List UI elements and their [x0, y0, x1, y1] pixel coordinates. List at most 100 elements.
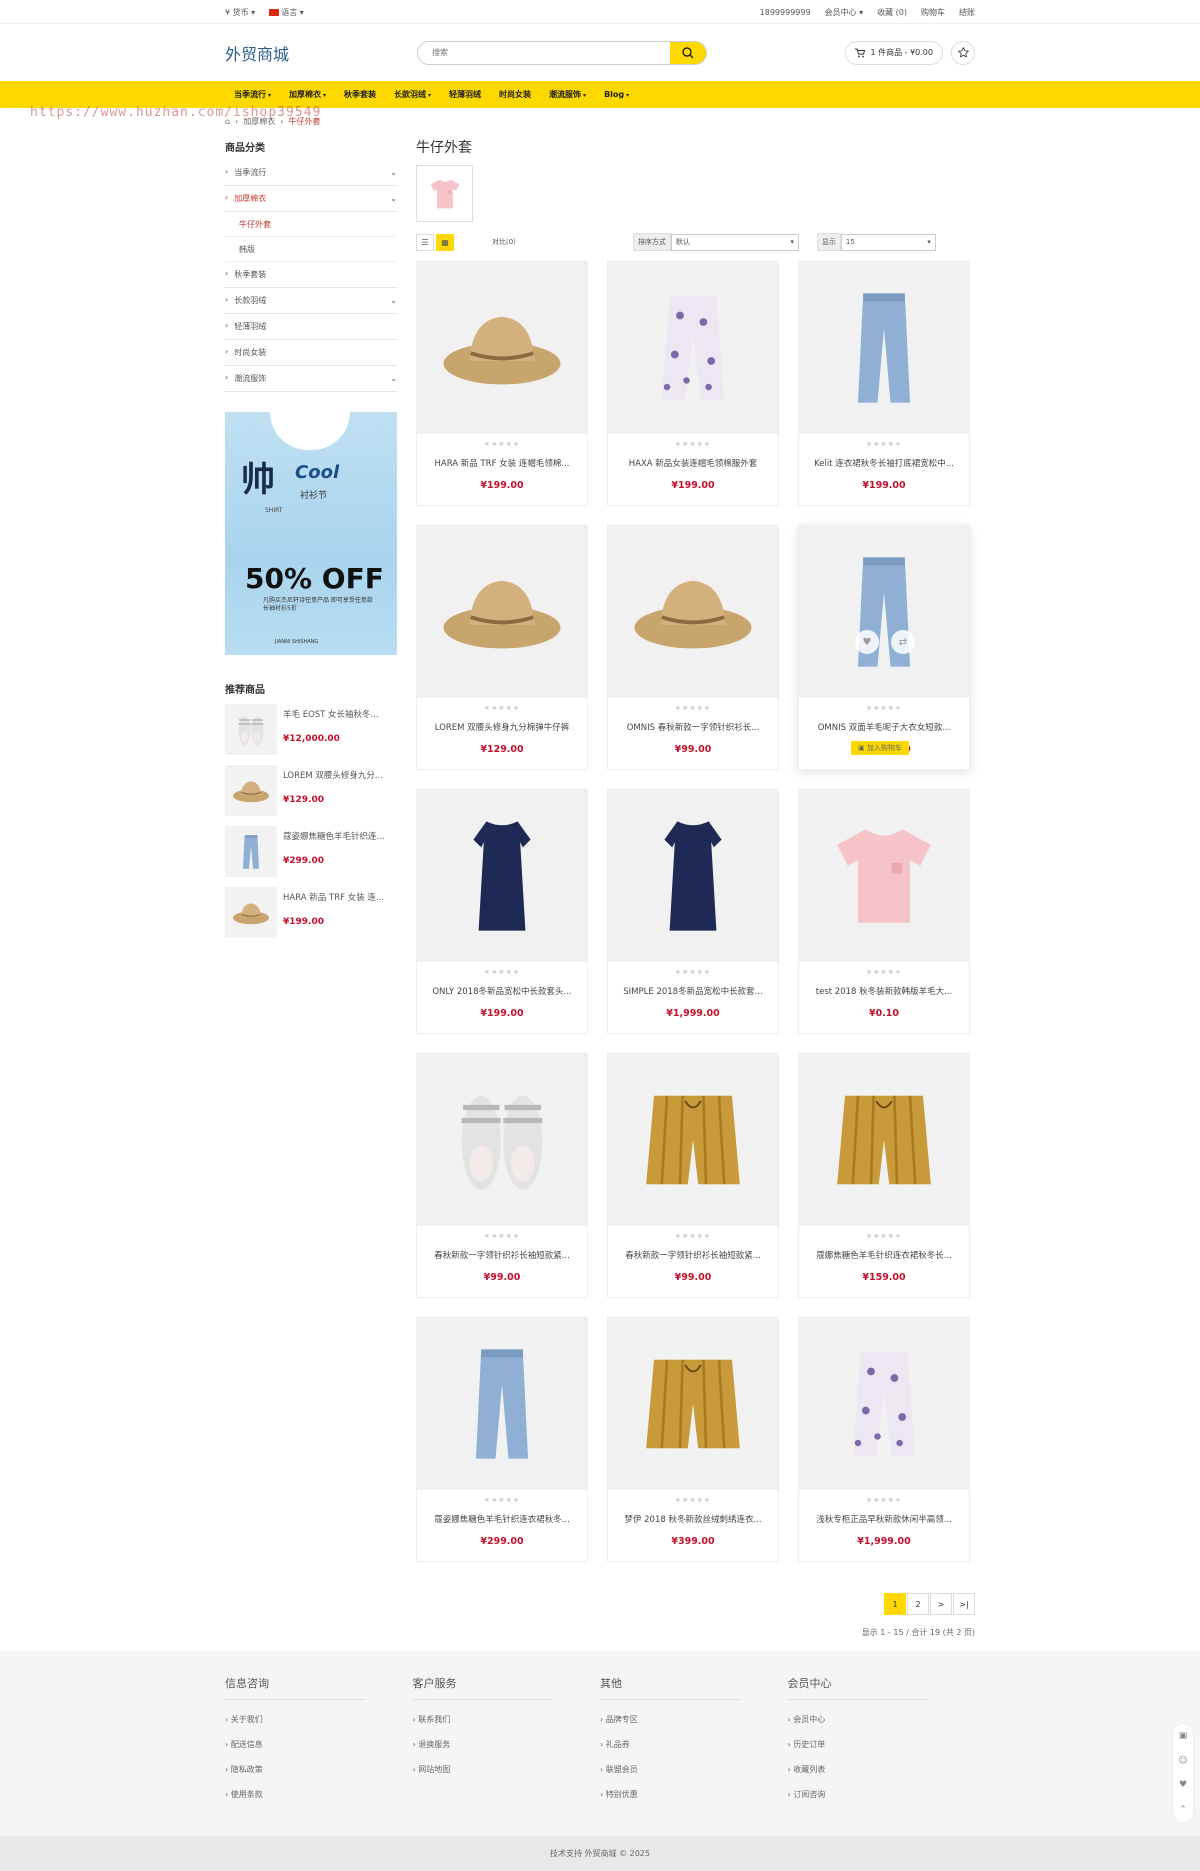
product-card[interactable]: ★★★★★ OMNIS 春秋新款一字领针织衫长... ¥99.00: [607, 525, 779, 770]
footer-link[interactable]: › 使用条款: [225, 1789, 413, 1800]
nav-item-5[interactable]: 时尚女装: [490, 89, 540, 100]
add-to-cart-button[interactable]: ▣ 加入购物车: [851, 741, 909, 755]
page-button[interactable]: 2: [907, 1593, 929, 1615]
product-name[interactable]: LOREM 双腰头修身九分棉弹牛仔裤: [417, 721, 587, 733]
nav-item-4[interactable]: 轻薄羽绒: [440, 89, 490, 100]
product-card[interactable]: ★★★★★ HARA 新品 TRF 女装 连帽毛领棉... ¥199.00: [416, 261, 588, 506]
footer-link[interactable]: › 退换服务: [413, 1739, 601, 1750]
sidebar-category[interactable]: › 时尚女装: [225, 340, 397, 366]
product-image[interactable]: [417, 262, 587, 434]
product-name[interactable]: OMNIS 双面羊毛呢子大衣女短款...: [799, 721, 969, 733]
footer-link[interactable]: › 会员中心: [788, 1714, 976, 1725]
nav-item-1[interactable]: 加厚棉衣 ▾: [280, 89, 335, 100]
recommended-item[interactable]: 羊毛 EOST 女长袖秋冬... ¥12,000.00: [225, 704, 397, 765]
wishlist-button[interactable]: [951, 40, 975, 65]
product-image[interactable]: ♥ ⇄: [799, 526, 969, 698]
footer-link[interactable]: › 隐私政策: [225, 1764, 413, 1775]
compare-link[interactable]: 对比(0): [492, 237, 516, 247]
search-input[interactable]: [418, 41, 670, 64]
product-image[interactable]: [608, 262, 778, 434]
nav-item-0[interactable]: 当季流行 ▾: [225, 89, 280, 100]
sidebar-subcategory[interactable]: 韩版: [225, 237, 397, 262]
sidebar-category[interactable]: › 长款羽绒 ⌄: [225, 288, 397, 314]
product-name[interactable]: HARA 新品 TRF 女装 连...: [283, 891, 384, 903]
product-image[interactable]: [417, 1054, 587, 1226]
favorites-link[interactable]: 收藏 (0): [877, 7, 907, 18]
footer-link[interactable]: › 历史订单: [788, 1739, 976, 1750]
product-image[interactable]: [417, 790, 587, 962]
footer-link[interactable]: › 品牌专区: [600, 1714, 788, 1725]
footer-link[interactable]: › 礼品券: [600, 1739, 788, 1750]
product-image[interactable]: [608, 1318, 778, 1490]
product-name[interactable]: 蔻娜焦糖色羊毛针织连衣裙秋冬长...: [799, 1249, 969, 1261]
product-image[interactable]: [608, 1054, 778, 1226]
product-card[interactable]: ♥⇄★★★★★OMNIS 双面羊毛呢子大衣女短款...¥1,999.00▣ 加入…: [798, 525, 970, 770]
recommended-item[interactable]: LOREM 双腰头修身九分... ¥129.00: [225, 765, 397, 826]
limit-select[interactable]: 15 ▾: [840, 233, 936, 251]
back-to-top-icon[interactable]: ⌃: [1179, 1805, 1187, 1815]
product-name[interactable]: HAXA 新品女装连帽毛领棉服外套: [608, 457, 778, 469]
nav-item-3[interactable]: 长款羽绒 ▾: [385, 89, 440, 100]
site-logo[interactable]: 外贸商城: [225, 41, 417, 65]
product-card[interactable]: ★★★★★ test 2018 秋冬装新款韩版羊毛大... ¥0.10: [798, 789, 970, 1034]
product-card[interactable]: ★★★★★ ONLY 2018冬新品宽松中长款套头... ¥199.00: [416, 789, 588, 1034]
product-name[interactable]: 春秋新款一字领针织衫长袖短款紧...: [417, 1249, 587, 1261]
product-card[interactable]: ★★★★★ SIMPLE 2018冬新品宽松中长款套... ¥1,999.00: [607, 789, 779, 1034]
product-name[interactable]: 蔻姿娜焦糖色羊毛针织连...: [283, 830, 385, 842]
product-name[interactable]: OMNIS 春秋新款一字领针织衫长...: [608, 721, 778, 733]
product-name[interactable]: test 2018 秋冬装新款韩版羊毛大...: [799, 985, 969, 997]
product-image[interactable]: [608, 526, 778, 698]
footer-link[interactable]: › 网站地图: [413, 1764, 601, 1775]
nav-item-6[interactable]: 潮流服饰 ▾: [540, 89, 595, 100]
product-card[interactable]: ★★★★★ 梦伊 2018 秋冬新款丝绒刺绣连衣... ¥399.00: [607, 1317, 779, 1562]
footer-link[interactable]: › 收藏列表: [788, 1764, 976, 1775]
home-icon[interactable]: ⌂: [225, 117, 230, 126]
language-dropdown[interactable]: 语言 ▾: [269, 7, 304, 18]
product-name[interactable]: HARA 新品 TRF 女装 连帽毛领棉...: [417, 457, 587, 469]
sidebar-subcategory[interactable]: 牛仔外套: [225, 212, 397, 237]
product-image[interactable]: [225, 826, 277, 877]
product-card[interactable]: ★★★★★ 浅秋专柜正品早秋新款休闲半高领... ¥1,999.00: [798, 1317, 970, 1562]
product-image[interactable]: [417, 526, 587, 698]
product-name[interactable]: ONLY 2018冬新品宽松中长款套头...: [417, 985, 587, 997]
product-name[interactable]: 春秋新款一字领针织衫长袖短款紧...: [608, 1249, 778, 1261]
page-button[interactable]: >|: [953, 1593, 975, 1615]
nav-item-2[interactable]: 秋季套装: [335, 89, 385, 100]
chevron-down-icon[interactable]: ⌄: [390, 374, 397, 383]
product-card[interactable]: ★★★★★ 春秋新款一字领针织衫长袖短款紧... ¥99.00: [607, 1053, 779, 1298]
footer-link[interactable]: › 特别优惠: [600, 1789, 788, 1800]
wishlist-heart-icon[interactable]: ♥: [855, 630, 879, 654]
sidebar-category[interactable]: › 轻薄羽绒: [225, 314, 397, 340]
product-image[interactable]: [225, 765, 277, 816]
product-image[interactable]: [225, 887, 277, 938]
product-name[interactable]: LOREM 双腰头修身九分...: [283, 769, 383, 781]
page-button[interactable]: 1: [884, 1593, 906, 1615]
product-card[interactable]: ★★★★★ 蔻娜焦糖色羊毛针织连衣裙秋冬长... ¥159.00: [798, 1053, 970, 1298]
product-name[interactable]: 梦伊 2018 秋冬新款丝绒刺绣连衣...: [608, 1513, 778, 1525]
product-name[interactable]: 浅秋专柜正品早秋新款休闲半高领...: [799, 1513, 969, 1525]
grid-view-button[interactable]: ▦: [436, 233, 454, 251]
product-card[interactable]: ★★★★★ LOREM 双腰头修身九分棉弹牛仔裤 ¥129.00: [416, 525, 588, 770]
currency-dropdown[interactable]: ¥ 货币 ▾: [225, 7, 255, 18]
recommended-item[interactable]: HARA 新品 TRF 女装 连... ¥199.00: [225, 887, 397, 948]
sidebar-category[interactable]: › 秋季套装: [225, 262, 397, 288]
product-image[interactable]: [799, 1054, 969, 1226]
product-image[interactable]: [608, 790, 778, 962]
product-name[interactable]: 蔻姿娜焦糖色羊毛针织连衣裙秋冬...: [417, 1513, 587, 1525]
cart-icon[interactable]: ▣: [1179, 1731, 1188, 1741]
member-center-link[interactable]: 会员中心 ▾: [825, 7, 864, 18]
page-button[interactable]: >: [930, 1593, 952, 1615]
product-image[interactable]: [225, 704, 277, 755]
list-view-button[interactable]: ☰: [416, 233, 434, 251]
footer-link[interactable]: › 联系我们: [413, 1714, 601, 1725]
product-image[interactable]: [799, 790, 969, 962]
search-button[interactable]: [670, 41, 706, 64]
product-card[interactable]: ★★★★★ HAXA 新品女装连帽毛领棉服外套 ¥199.00: [607, 261, 779, 506]
product-name[interactable]: 羊毛 EOST 女长袖秋冬...: [283, 708, 379, 720]
product-image[interactable]: [799, 262, 969, 434]
compare-icon[interactable]: ⇄: [891, 630, 915, 654]
sort-select[interactable]: 默认 ▾: [670, 233, 799, 251]
user-icon[interactable]: ☺: [1178, 1756, 1187, 1766]
cart-summary-button[interactable]: 1 件商品 - ¥0.00: [845, 40, 943, 65]
product-card[interactable]: ★★★★★ 春秋新款一字领针织衫长袖短款紧... ¥99.00: [416, 1053, 588, 1298]
